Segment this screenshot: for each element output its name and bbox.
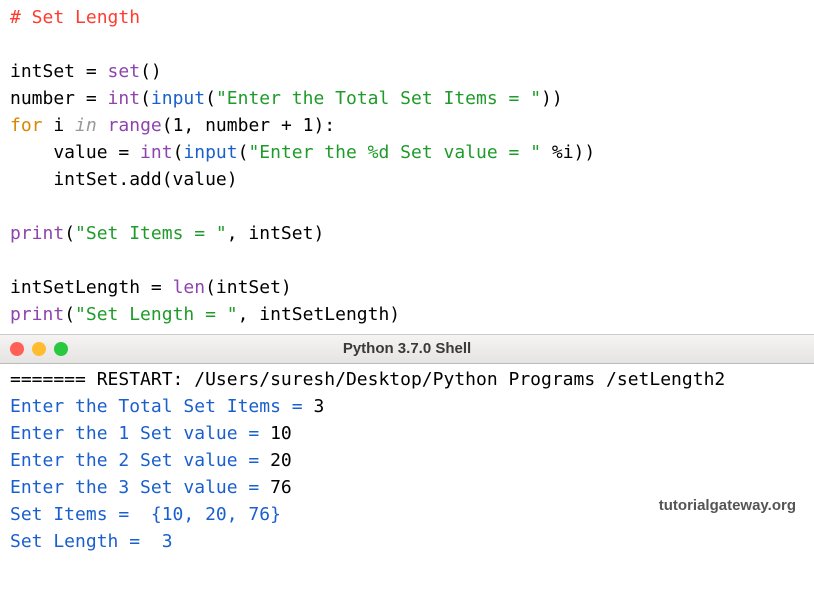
prompt-text: Enter the 2 Set value = xyxy=(10,450,270,471)
code-builtin: int xyxy=(108,88,141,109)
prompt-text: Enter the Total Set Items = xyxy=(10,396,313,417)
code-keyword: for xyxy=(10,115,43,136)
code-string: "Enter the Total Set Items = " xyxy=(216,88,541,109)
code-string: "Set Length = " xyxy=(75,304,238,325)
code-text: ( xyxy=(140,88,151,109)
code-string: "Set Items = " xyxy=(75,223,227,244)
input-value: 3 xyxy=(313,396,324,417)
code-func: input xyxy=(151,88,205,109)
code-keyword: in xyxy=(75,115,97,136)
code-builtin: range xyxy=(108,115,162,136)
input-value: 10 xyxy=(270,423,292,444)
code-string: "Enter the %d Set value = " xyxy=(248,142,541,163)
window-controls xyxy=(10,342,68,356)
shell-output: ======= RESTART: /Users/suresh/Desktop/P… xyxy=(0,364,814,557)
code-text: , intSetLength) xyxy=(238,304,401,325)
code-text: ( xyxy=(238,142,249,163)
maximize-icon[interactable] xyxy=(54,342,68,356)
shell-titlebar: Python 3.7.0 Shell xyxy=(0,334,814,364)
restart-line: RESTART: /Users/suresh/Desktop/Python Pr… xyxy=(86,369,725,390)
code-builtin: len xyxy=(173,277,206,298)
watermark: tutorialgateway.org xyxy=(659,495,796,518)
code-text: (1, number + 1): xyxy=(162,115,335,136)
code-comment: # Set Length xyxy=(10,7,140,28)
code-text: intSet.add(value) xyxy=(10,169,238,190)
code-text: )) xyxy=(541,88,563,109)
code-text xyxy=(97,115,108,136)
minimize-icon[interactable] xyxy=(32,342,46,356)
code-text: ( xyxy=(205,88,216,109)
code-text: ( xyxy=(64,304,75,325)
code-text: number = xyxy=(10,88,108,109)
code-text: %i)) xyxy=(541,142,595,163)
code-func: input xyxy=(183,142,237,163)
shell-title: Python 3.7.0 Shell xyxy=(0,338,814,361)
prompt-text: Enter the 1 Set value = xyxy=(10,423,270,444)
code-builtin: int xyxy=(140,142,173,163)
code-builtin: print xyxy=(10,304,64,325)
code-text: (intSet) xyxy=(205,277,292,298)
code-text: intSetLength = xyxy=(10,277,173,298)
code-text: value = xyxy=(10,142,140,163)
code-text: ( xyxy=(173,142,184,163)
code-builtin: set xyxy=(108,61,141,82)
input-value: 20 xyxy=(270,450,292,471)
output-line: Set Items = {10, 20, 76} xyxy=(10,504,281,525)
input-value: 76 xyxy=(270,477,292,498)
code-text: intSet = xyxy=(10,61,108,82)
code-builtin: print xyxy=(10,223,64,244)
code-text: , intSet) xyxy=(227,223,325,244)
restart-marker: ======= xyxy=(10,369,86,390)
close-icon[interactable] xyxy=(10,342,24,356)
prompt-text: Enter the 3 Set value = xyxy=(10,477,270,498)
code-editor: # Set Length intSet = set() number = int… xyxy=(0,0,814,334)
code-text: ( xyxy=(64,223,75,244)
output-line: Set Length = 3 xyxy=(10,531,173,552)
code-text: () xyxy=(140,61,162,82)
code-text: i xyxy=(43,115,76,136)
